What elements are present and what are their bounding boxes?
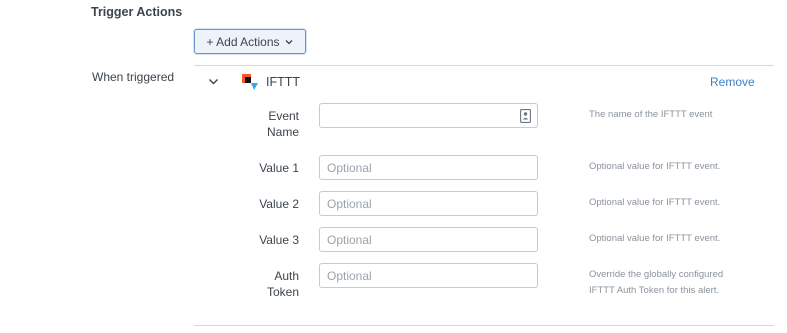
value3-input[interactable]: [319, 227, 538, 252]
divider-top: [194, 65, 774, 66]
value2-help-text: Optional value for IFTTT event.: [589, 197, 721, 208]
remove-link[interactable]: Remove: [710, 75, 755, 89]
value1-label: Value 1: [229, 160, 299, 176]
when-triggered-label: When triggered: [92, 70, 175, 84]
value1-help: Optional value for IFTTT event.: [589, 159, 759, 175]
event-name-label: Event Name: [229, 108, 299, 140]
auth-token-help-line1: Override the globally configured: [589, 269, 724, 280]
auth-token-help-line2: IFTTT Auth Token for this alert.: [589, 285, 720, 296]
value3-label-text: Value 3: [259, 233, 299, 247]
collapse-chevron-icon[interactable]: [208, 78, 219, 86]
chevron-down-icon: [284, 37, 294, 47]
event-name-help-line1: The name of the IFTTT event: [589, 109, 713, 120]
auth-token-help: Override the globally configured IFTTT A…: [589, 267, 759, 299]
auth-token-label: Auth Token: [229, 268, 299, 300]
value3-label: Value 3: [229, 232, 299, 248]
value2-label-text: Value 2: [259, 197, 299, 211]
action-name: IFTTT: [266, 75, 301, 89]
auth-token-input[interactable]: [319, 263, 538, 288]
contact-card-icon[interactable]: [520, 109, 531, 123]
add-actions-button[interactable]: + Add Actions: [194, 29, 306, 54]
value1-input[interactable]: [319, 155, 538, 180]
value3-help-text: Optional value for IFTTT event.: [589, 233, 721, 244]
add-actions-label: + Add Actions: [206, 34, 280, 49]
value3-help: Optional value for IFTTT event.: [589, 231, 759, 247]
value2-help: Optional value for IFTTT event.: [589, 195, 759, 211]
event-name-input[interactable]: [319, 103, 538, 128]
value2-label: Value 2: [229, 196, 299, 212]
event-name-label-line1: Event: [268, 109, 299, 123]
ifttt-logo-icon: [242, 74, 258, 90]
value1-help-text: Optional value for IFTTT event.: [589, 161, 721, 172]
section-title: Trigger Actions: [91, 5, 183, 19]
auth-token-label-line1: Auth: [274, 269, 299, 283]
event-name-help: The name of the IFTTT event: [589, 107, 759, 123]
divider-bottom: [194, 325, 774, 326]
value1-label-text: Value 1: [259, 161, 299, 175]
auth-token-label-line2: Token: [266, 285, 299, 299]
event-name-label-line2: Name: [266, 125, 299, 139]
value2-input[interactable]: [319, 191, 538, 216]
